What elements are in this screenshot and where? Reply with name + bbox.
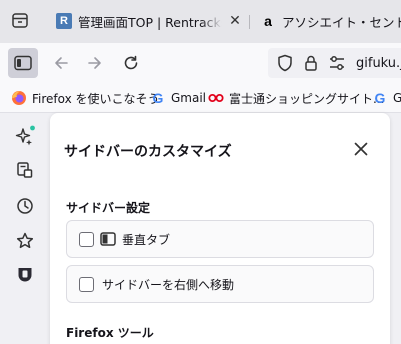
- sidebar-toggle-button[interactable]: [8, 48, 38, 78]
- arrow-right-icon: [88, 57, 101, 69]
- customize-sidebar-panel: サイドバーのカスタマイズ サイドバー設定 垂直タブ サイドバーを右側へ移動 Fi…: [50, 113, 390, 344]
- ai-chatbot-button[interactable]: [13, 124, 37, 148]
- reload-button[interactable]: [116, 48, 146, 78]
- close-button[interactable]: [350, 138, 372, 160]
- synced-tabs-button[interactable]: [13, 158, 37, 182]
- move-sidebar-right-option[interactable]: サイドバーを右側へ移動: [66, 265, 374, 303]
- pocket-button[interactable]: [13, 263, 37, 287]
- vertical-tabs-icon: [100, 232, 116, 246]
- bookmark-google[interactable]: G Gr: [372, 89, 401, 107]
- navigation-toolbar: gifuku.j: [0, 43, 401, 83]
- firefox-tools-heading: Firefox ツール: [66, 326, 154, 340]
- bookmark-firefox-tips[interactable]: Firefox を使いこなそう: [11, 89, 160, 107]
- ai-sparkle-icon: [15, 125, 35, 146]
- synced-tabs-icon: [17, 162, 33, 178]
- bookmark-label: Gr: [393, 91, 401, 105]
- tab-title: アソシエイト・セントラル: [282, 14, 401, 30]
- history-icon: [17, 198, 33, 214]
- url-text[interactable]: gifuku.j: [356, 56, 401, 71]
- tab-close-icon[interactable]: ✕: [226, 12, 244, 30]
- sidebar-settings-heading: サイドバー設定: [66, 201, 151, 215]
- bookmark-label: 富士通ショッピングサイト...: [229, 91, 385, 106]
- rentracks-favicon-icon: R: [56, 13, 72, 29]
- tab-overview-button[interactable]: [8, 10, 32, 32]
- close-icon: [354, 142, 368, 156]
- panel-title: サイドバーのカスタマイズ: [64, 144, 232, 160]
- bookmarks-button[interactable]: [13, 229, 37, 253]
- tab-overview-icon: [12, 13, 28, 28]
- bookmark-label: Firefox を使いこなそう: [32, 91, 160, 106]
- bookmark-fujitsu-shopping[interactable]: 富士通ショッピングサイト...: [208, 89, 384, 107]
- reload-icon: [124, 55, 138, 70]
- google-icon: G: [152, 90, 164, 106]
- tab-title: 管理画面TOP | Rentracks Affiliate: [78, 14, 222, 30]
- vertical-tabs-option[interactable]: 垂直タブ: [66, 220, 374, 258]
- bookmark-gmail[interactable]: G Gmail: [150, 89, 206, 107]
- permissions-settings-icon[interactable]: [328, 54, 346, 72]
- history-button[interactable]: [13, 194, 37, 218]
- move-sidebar-right-checkbox[interactable]: [79, 276, 94, 292]
- back-button[interactable]: [46, 48, 76, 78]
- fujitsu-icon: [208, 90, 224, 106]
- url-bar[interactable]: gifuku.j: [268, 48, 401, 78]
- arrow-left-icon: [55, 57, 68, 69]
- move-sidebar-right-label: サイドバーを右側へ移動: [102, 277, 235, 292]
- vertical-tabs-checkbox[interactable]: [79, 231, 94, 247]
- sidebar-launcher: [0, 113, 50, 344]
- tab-associate-central[interactable]: a アソシエイト・セントラル: [252, 5, 401, 37]
- tracking-protection-shield-icon[interactable]: [276, 54, 294, 72]
- firefox-icon: [11, 90, 27, 106]
- bookmark-label: Gmail: [171, 91, 207, 105]
- google-icon: G: [374, 90, 386, 106]
- sidebar-icon: [14, 55, 32, 71]
- amazon-favicon-icon: a: [264, 13, 272, 29]
- lock-icon[interactable]: [302, 54, 320, 72]
- tab-rentracks[interactable]: R 管理画面TOP | Rentracks Affiliate ✕: [48, 5, 248, 37]
- forward-button[interactable]: [80, 48, 110, 78]
- bookmarks-toolbar: Firefox を使いこなそう G Gmail 富士通ショッピングサイト... …: [0, 83, 401, 113]
- tab-separator: [249, 15, 250, 29]
- bookmark-star-icon: [16, 232, 34, 249]
- tab-strip: R 管理画面TOP | Rentracks Affiliate ✕ a アソシエ…: [0, 0, 401, 43]
- vertical-tabs-label: 垂直タブ: [122, 232, 171, 247]
- pocket-icon: [18, 268, 32, 282]
